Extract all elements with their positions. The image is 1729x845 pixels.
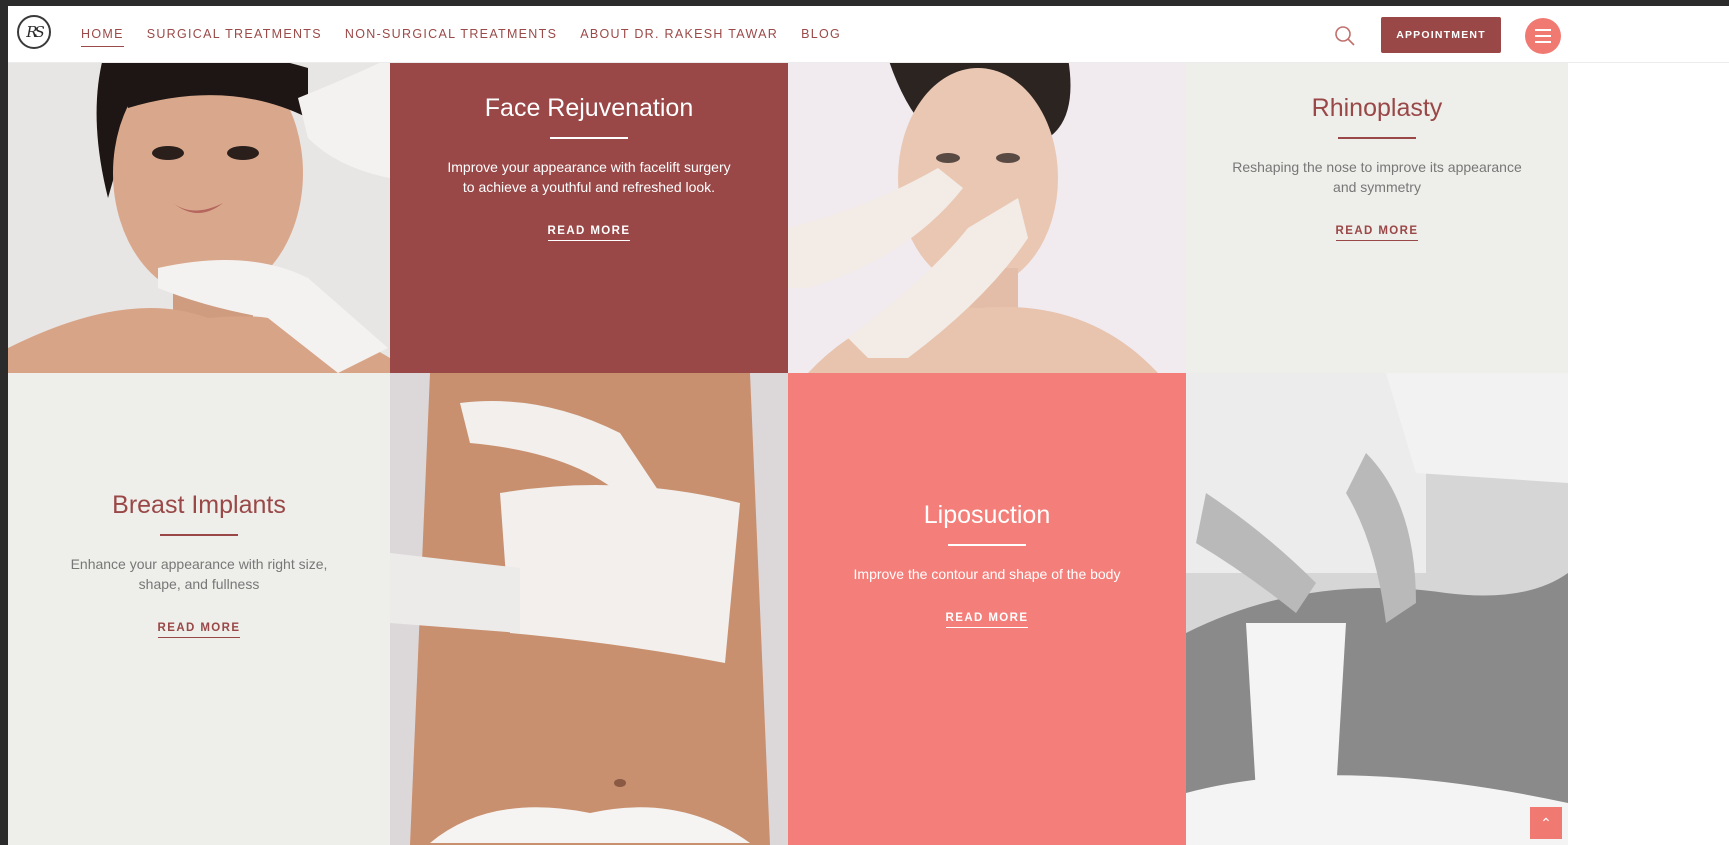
card-title: Face Rejuvenation [484,94,694,122]
nav-home[interactable]: HOME [81,23,124,47]
appointment-button[interactable]: APPOINTMENT [1381,17,1501,53]
liposuction-model-image: ⌃ [1186,373,1568,845]
title-divider [948,544,1026,546]
nav-about[interactable]: ABOUT DR. RAKESH TAWAR [580,23,778,45]
card-description: Reshaping the nose to improve its appear… [1232,159,1522,195]
read-more-link[interactable]: READ MORE [945,612,1029,628]
liposuction-model-illustration [1186,373,1568,845]
nav-non-surgical-treatments[interactable]: NON-SURGICAL TREATMENTS [345,23,557,45]
menu-bar [1535,41,1551,43]
liposuction-card: Liposuction Improve the contour and shap… [788,373,1186,845]
search-icon[interactable] [1333,24,1357,48]
breast-implants-model-illustration [390,373,788,845]
breast-implants-card: Breast Implants Enhance your appearance … [8,373,390,845]
site-logo[interactable]: RS [17,15,51,49]
breast-implants-model-image [390,373,788,845]
title-divider [550,137,628,139]
face-model-illustration [8,58,390,373]
rhinoplasty-card: Rhinoplasty Reshaping the nose to improv… [1186,58,1568,373]
nav-blog[interactable]: BLOG [801,23,841,45]
card-title: Liposuction [923,501,1051,529]
page-frame: RS HOME SURGICAL TREATMENTS NON-SURGICAL… [8,6,1729,845]
card-description: Enhance your appearance with right size,… [70,556,328,592]
title-divider [1338,137,1416,139]
nav-surgical-treatments[interactable]: SURGICAL TREATMENTS [147,23,322,45]
face-model-image [8,58,390,373]
menu-bar [1535,35,1551,37]
navbar: RS HOME SURGICAL TREATMENTS NON-SURGICAL… [8,6,1729,63]
main-nav: HOME SURGICAL TREATMENTS NON-SURGICAL TR… [81,6,864,62]
rhinoplasty-model-image [788,58,1186,373]
read-more-link[interactable]: READ MORE [547,225,631,241]
card-description: Improve the contour and shape of the bod… [853,566,1121,582]
rhinoplasty-model-illustration [788,58,1186,373]
chevron-up-icon[interactable]: ⌃ [1530,807,1562,839]
card-description: Improve your appearance with facelift su… [447,159,731,195]
card-title: Breast Implants [112,491,286,519]
read-more-link[interactable]: READ MORE [1335,225,1419,241]
read-more-link[interactable]: READ MORE [157,622,241,638]
card-title: Rhinoplasty [1311,94,1443,122]
menu-bar [1535,29,1551,31]
hamburger-menu-icon[interactable] [1525,18,1561,54]
face-rejuvenation-card: Face Rejuvenation Improve your appearanc… [390,58,788,373]
title-divider [160,534,238,536]
